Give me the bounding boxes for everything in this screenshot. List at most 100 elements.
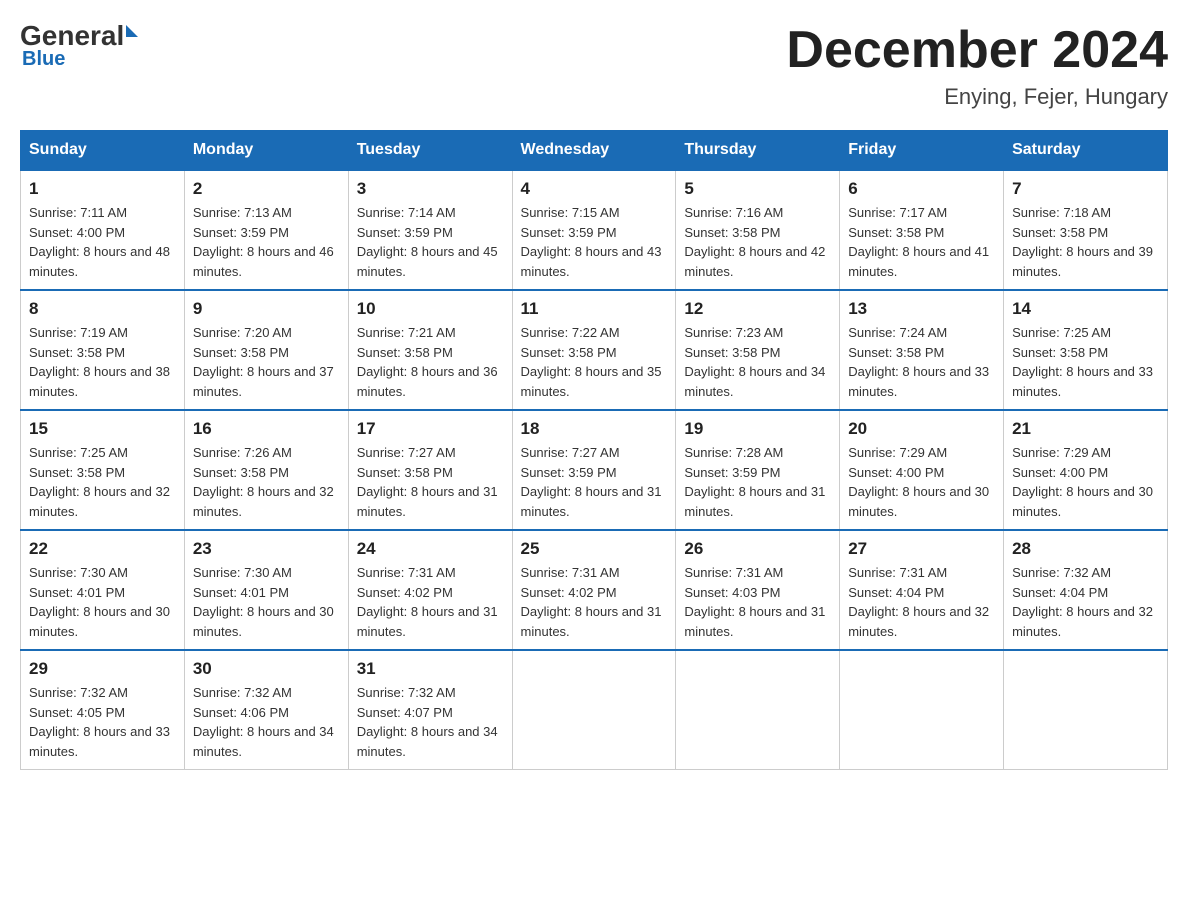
col-wednesday: Wednesday	[512, 131, 676, 171]
calendar-day-cell: 26 Sunrise: 7:31 AMSunset: 4:03 PMDaylig…	[676, 530, 840, 650]
day-number: 17	[357, 419, 504, 439]
day-info: Sunrise: 7:17 AMSunset: 3:58 PMDaylight:…	[848, 205, 989, 279]
day-number: 7	[1012, 179, 1159, 199]
day-info: Sunrise: 7:25 AMSunset: 3:58 PMDaylight:…	[1012, 325, 1153, 399]
calendar-day-cell: 14 Sunrise: 7:25 AMSunset: 3:58 PMDaylig…	[1004, 290, 1168, 410]
title-block: December 2024 Enying, Fejer, Hungary	[786, 20, 1168, 110]
day-number: 13	[848, 299, 995, 319]
day-number: 23	[193, 539, 340, 559]
page-subtitle: Enying, Fejer, Hungary	[786, 84, 1168, 110]
day-number: 2	[193, 179, 340, 199]
day-info: Sunrise: 7:23 AMSunset: 3:58 PMDaylight:…	[684, 325, 825, 399]
day-info: Sunrise: 7:19 AMSunset: 3:58 PMDaylight:…	[29, 325, 170, 399]
day-info: Sunrise: 7:21 AMSunset: 3:58 PMDaylight:…	[357, 325, 498, 399]
day-number: 10	[357, 299, 504, 319]
col-monday: Monday	[184, 131, 348, 171]
day-info: Sunrise: 7:27 AMSunset: 3:59 PMDaylight:…	[521, 445, 662, 519]
calendar-day-cell: 17 Sunrise: 7:27 AMSunset: 3:58 PMDaylig…	[348, 410, 512, 530]
calendar-day-cell: 24 Sunrise: 7:31 AMSunset: 4:02 PMDaylig…	[348, 530, 512, 650]
day-info: Sunrise: 7:32 AMSunset: 4:04 PMDaylight:…	[1012, 565, 1153, 639]
calendar-day-cell: 12 Sunrise: 7:23 AMSunset: 3:58 PMDaylig…	[676, 290, 840, 410]
day-info: Sunrise: 7:25 AMSunset: 3:58 PMDaylight:…	[29, 445, 170, 519]
calendar-day-cell: 4 Sunrise: 7:15 AMSunset: 3:59 PMDayligh…	[512, 170, 676, 290]
calendar-day-cell: 8 Sunrise: 7:19 AMSunset: 3:58 PMDayligh…	[21, 290, 185, 410]
day-info: Sunrise: 7:15 AMSunset: 3:59 PMDaylight:…	[521, 205, 662, 279]
day-number: 9	[193, 299, 340, 319]
day-number: 30	[193, 659, 340, 679]
calendar-header: Sunday Monday Tuesday Wednesday Thursday…	[21, 131, 1168, 171]
day-number: 27	[848, 539, 995, 559]
day-info: Sunrise: 7:18 AMSunset: 3:58 PMDaylight:…	[1012, 205, 1153, 279]
day-number: 29	[29, 659, 176, 679]
calendar-week-row: 8 Sunrise: 7:19 AMSunset: 3:58 PMDayligh…	[21, 290, 1168, 410]
calendar-day-cell	[1004, 650, 1168, 770]
calendar-day-cell: 6 Sunrise: 7:17 AMSunset: 3:58 PMDayligh…	[840, 170, 1004, 290]
day-info: Sunrise: 7:31 AMSunset: 4:04 PMDaylight:…	[848, 565, 989, 639]
day-info: Sunrise: 7:29 AMSunset: 4:00 PMDaylight:…	[1012, 445, 1153, 519]
calendar-week-row: 1 Sunrise: 7:11 AMSunset: 4:00 PMDayligh…	[21, 170, 1168, 290]
calendar-day-cell: 30 Sunrise: 7:32 AMSunset: 4:06 PMDaylig…	[184, 650, 348, 770]
day-info: Sunrise: 7:32 AMSunset: 4:05 PMDaylight:…	[29, 685, 170, 759]
day-info: Sunrise: 7:26 AMSunset: 3:58 PMDaylight:…	[193, 445, 334, 519]
calendar-day-cell	[512, 650, 676, 770]
day-number: 8	[29, 299, 176, 319]
calendar-week-row: 22 Sunrise: 7:30 AMSunset: 4:01 PMDaylig…	[21, 530, 1168, 650]
calendar-day-cell: 2 Sunrise: 7:13 AMSunset: 3:59 PMDayligh…	[184, 170, 348, 290]
calendar-week-row: 29 Sunrise: 7:32 AMSunset: 4:05 PMDaylig…	[21, 650, 1168, 770]
day-number: 1	[29, 179, 176, 199]
calendar-day-cell: 15 Sunrise: 7:25 AMSunset: 3:58 PMDaylig…	[21, 410, 185, 530]
calendar-day-cell: 9 Sunrise: 7:20 AMSunset: 3:58 PMDayligh…	[184, 290, 348, 410]
calendar-day-cell: 23 Sunrise: 7:30 AMSunset: 4:01 PMDaylig…	[184, 530, 348, 650]
day-number: 22	[29, 539, 176, 559]
day-number: 20	[848, 419, 995, 439]
day-number: 11	[521, 299, 668, 319]
calendar-table: Sunday Monday Tuesday Wednesday Thursday…	[20, 130, 1168, 770]
day-info: Sunrise: 7:31 AMSunset: 4:02 PMDaylight:…	[357, 565, 498, 639]
col-friday: Friday	[840, 131, 1004, 171]
day-info: Sunrise: 7:29 AMSunset: 4:00 PMDaylight:…	[848, 445, 989, 519]
calendar-header-row: Sunday Monday Tuesday Wednesday Thursday…	[21, 131, 1168, 171]
day-number: 19	[684, 419, 831, 439]
day-number: 15	[29, 419, 176, 439]
day-number: 21	[1012, 419, 1159, 439]
day-info: Sunrise: 7:20 AMSunset: 3:58 PMDaylight:…	[193, 325, 334, 399]
calendar-body: 1 Sunrise: 7:11 AMSunset: 4:00 PMDayligh…	[21, 170, 1168, 770]
day-number: 26	[684, 539, 831, 559]
calendar-day-cell: 16 Sunrise: 7:26 AMSunset: 3:58 PMDaylig…	[184, 410, 348, 530]
page-title: December 2024	[786, 20, 1168, 80]
day-number: 28	[1012, 539, 1159, 559]
day-info: Sunrise: 7:30 AMSunset: 4:01 PMDaylight:…	[29, 565, 170, 639]
calendar-day-cell: 1 Sunrise: 7:11 AMSunset: 4:00 PMDayligh…	[21, 170, 185, 290]
day-info: Sunrise: 7:16 AMSunset: 3:58 PMDaylight:…	[684, 205, 825, 279]
calendar-day-cell: 29 Sunrise: 7:32 AMSunset: 4:05 PMDaylig…	[21, 650, 185, 770]
calendar-day-cell: 20 Sunrise: 7:29 AMSunset: 4:00 PMDaylig…	[840, 410, 1004, 530]
col-tuesday: Tuesday	[348, 131, 512, 171]
day-info: Sunrise: 7:13 AMSunset: 3:59 PMDaylight:…	[193, 205, 334, 279]
calendar-day-cell: 10 Sunrise: 7:21 AMSunset: 3:58 PMDaylig…	[348, 290, 512, 410]
calendar-day-cell	[676, 650, 840, 770]
calendar-day-cell: 18 Sunrise: 7:27 AMSunset: 3:59 PMDaylig…	[512, 410, 676, 530]
day-number: 16	[193, 419, 340, 439]
day-info: Sunrise: 7:31 AMSunset: 4:03 PMDaylight:…	[684, 565, 825, 639]
calendar-day-cell: 31 Sunrise: 7:32 AMSunset: 4:07 PMDaylig…	[348, 650, 512, 770]
calendar-day-cell: 22 Sunrise: 7:30 AMSunset: 4:01 PMDaylig…	[21, 530, 185, 650]
day-number: 18	[521, 419, 668, 439]
day-info: Sunrise: 7:27 AMSunset: 3:58 PMDaylight:…	[357, 445, 498, 519]
calendar-day-cell: 3 Sunrise: 7:14 AMSunset: 3:59 PMDayligh…	[348, 170, 512, 290]
day-number: 4	[521, 179, 668, 199]
col-thursday: Thursday	[676, 131, 840, 171]
day-number: 3	[357, 179, 504, 199]
day-number: 5	[684, 179, 831, 199]
calendar-day-cell: 11 Sunrise: 7:22 AMSunset: 3:58 PMDaylig…	[512, 290, 676, 410]
calendar-day-cell: 7 Sunrise: 7:18 AMSunset: 3:58 PMDayligh…	[1004, 170, 1168, 290]
day-info: Sunrise: 7:32 AMSunset: 4:06 PMDaylight:…	[193, 685, 334, 759]
calendar-day-cell	[840, 650, 1004, 770]
calendar-day-cell: 27 Sunrise: 7:31 AMSunset: 4:04 PMDaylig…	[840, 530, 1004, 650]
logo-triangle-icon	[126, 25, 138, 37]
day-number: 6	[848, 179, 995, 199]
calendar-day-cell: 25 Sunrise: 7:31 AMSunset: 4:02 PMDaylig…	[512, 530, 676, 650]
page-header: General Blue December 2024 Enying, Fejer…	[20, 20, 1168, 110]
calendar-day-cell: 19 Sunrise: 7:28 AMSunset: 3:59 PMDaylig…	[676, 410, 840, 530]
day-info: Sunrise: 7:14 AMSunset: 3:59 PMDaylight:…	[357, 205, 498, 279]
day-number: 12	[684, 299, 831, 319]
